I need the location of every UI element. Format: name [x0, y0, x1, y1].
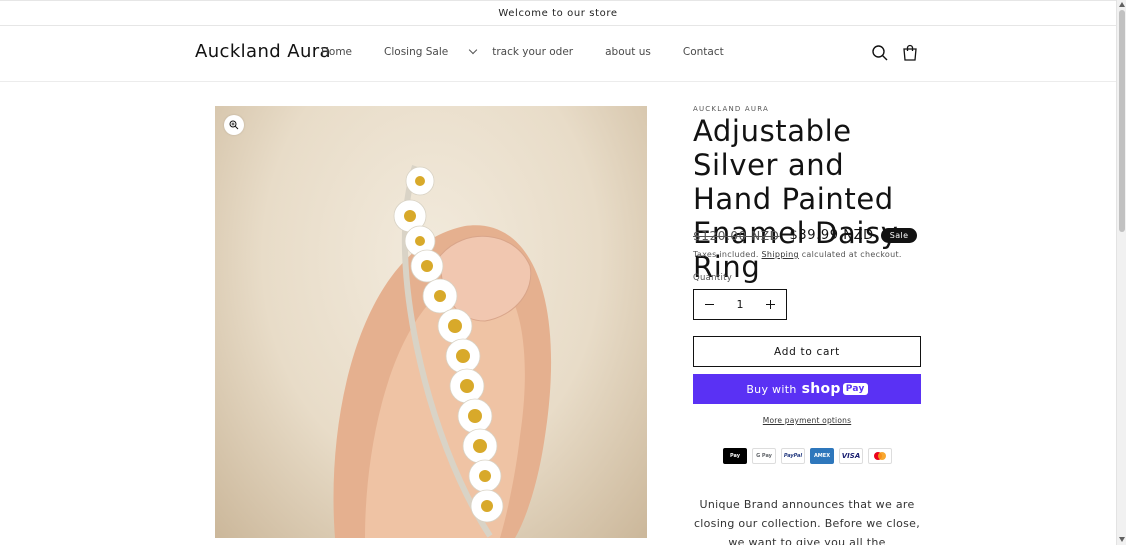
zoom-icon — [229, 120, 239, 130]
sale-badge: Sale — [880, 228, 918, 243]
price-row: $120.00 NZD $39.99 NZD Sale — [693, 228, 918, 243]
search-icon[interactable] — [870, 43, 890, 63]
store-logo[interactable]: Auckland Aura — [195, 41, 331, 62]
amex-icon: AMEX — [810, 448, 834, 464]
buy-with-label: Buy with — [746, 382, 797, 396]
regular-price: $120.00 NZD — [693, 228, 780, 243]
google-pay-icon: G Pay — [752, 448, 776, 464]
nav-about-us-label: about us — [605, 46, 651, 58]
amex-label: AMEX — [813, 453, 831, 459]
nav-closing-sale-label: Closing Sale — [384, 46, 449, 58]
shop-pay-badge: Pay — [842, 383, 868, 395]
tax-note: Taxes included. Shipping calculated at c… — [693, 250, 902, 259]
shop-pay-word: shop — [801, 381, 841, 397]
nav-about-us[interactable]: about us — [605, 46, 667, 58]
more-payment-options-link[interactable]: More payment options — [693, 416, 921, 425]
product-description: Unique Brand announces that we are closi… — [693, 498, 921, 545]
apple-pay-icon: Pay — [723, 448, 747, 464]
tax-suffix: calculated at checkout. — [801, 250, 902, 259]
plus-icon[interactable] — [766, 300, 775, 309]
tax-prefix: Taxes included. — [693, 250, 759, 259]
buy-with-shop-pay-button[interactable]: Buy with shop Pay — [693, 374, 921, 404]
product-vendor: AUCKLAND AURA — [693, 105, 769, 113]
paypal-label: PayPal — [783, 453, 803, 459]
apple-pay-label: Pay — [729, 453, 740, 459]
mastercard-circles — [874, 452, 886, 460]
cart-icon[interactable] — [900, 43, 920, 63]
payment-icons: Pay G Pay PayPal AMEX VISA — [723, 448, 897, 464]
paypal-icon: PayPal — [781, 448, 805, 464]
daisy-flowers — [393, 166, 504, 523]
product-image[interactable] — [215, 106, 647, 538]
announcement-bar: Welcome to our store — [0, 0, 1116, 26]
nav-contact-label: Contact — [682, 46, 724, 58]
site-header: Auckland Aura Home Closing Sale track yo… — [0, 26, 1116, 82]
scroll-up-arrow-icon[interactable] — [1119, 2, 1125, 7]
shipping-link[interactable]: Shipping — [762, 250, 799, 259]
scrollbar-thumb[interactable] — [1119, 10, 1125, 232]
quantity-label: Quantity — [693, 273, 733, 283]
nav-track-order[interactable]: track your oder — [492, 46, 589, 58]
minus-icon[interactable] — [705, 303, 714, 306]
google-pay-label: G Pay — [756, 453, 772, 459]
nav-home-label: Home — [321, 46, 353, 58]
quantity-input[interactable]: 1 — [737, 298, 744, 311]
announcement-text: Welcome to our store — [498, 7, 618, 19]
nav-closing-sale[interactable]: Closing Sale — [384, 45, 478, 58]
nav-track-order-label: track your oder — [492, 46, 574, 58]
scroll-down-arrow-icon[interactable] — [1119, 537, 1125, 542]
nav-home[interactable]: Home — [321, 46, 368, 58]
quantity-stepper: 1 — [693, 289, 787, 320]
sale-price: $39.99 NZD — [789, 228, 874, 243]
mastercard-icon — [868, 448, 892, 464]
add-to-cart-button[interactable]: Add to cart — [693, 336, 921, 367]
zoom-button[interactable] — [224, 115, 244, 135]
chevron-down-icon — [468, 45, 478, 55]
nav-contact[interactable]: Contact — [683, 46, 740, 58]
main-nav: Home Closing Sale track your oder about … — [321, 45, 756, 58]
shop-pay-logo: shop Pay — [802, 381, 868, 397]
visa-label: VISA — [841, 452, 861, 460]
page-scrollbar[interactable] — [1116, 0, 1126, 545]
visa-icon: VISA — [839, 448, 863, 464]
